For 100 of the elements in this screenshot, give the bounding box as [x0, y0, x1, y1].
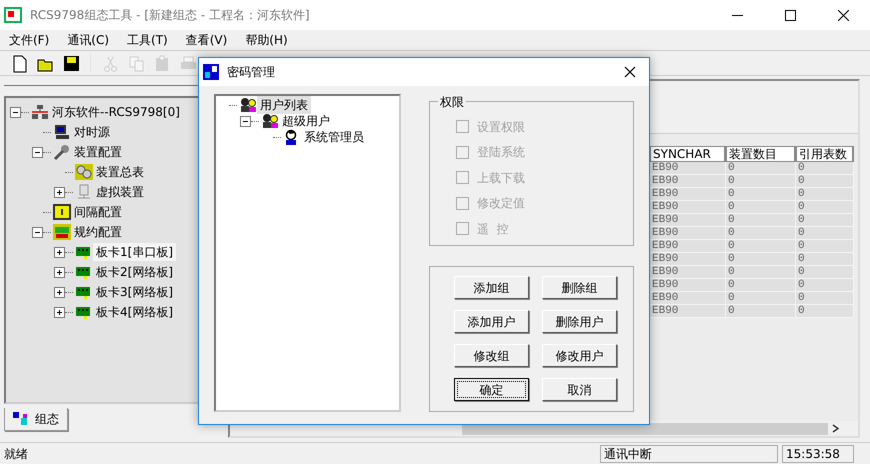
menu-item[interactable]: 文件(F)	[0, 31, 58, 49]
panel-icon	[53, 204, 71, 220]
checkbox-label: 上载下载	[477, 170, 525, 187]
column-header[interactable]: 装置数目	[726, 146, 796, 162]
table-cell: 0	[726, 162, 796, 175]
table-cell: EB90	[650, 305, 726, 318]
connection-status: 通讯中断	[600, 444, 778, 462]
menu-item[interactable]: 帮助(H)	[236, 31, 297, 49]
tree-item[interactable]: 系统管理员	[301, 128, 367, 146]
tree-item[interactable]: 板卡3[网络板]	[93, 283, 176, 301]
expand-toggle-icon[interactable]	[54, 306, 65, 318]
dialog-button[interactable]: 删除组	[542, 276, 617, 299]
dialog-button[interactable]: 取消	[542, 378, 617, 401]
status-message: 就绪	[4, 446, 29, 462]
table-cell: EB90	[650, 214, 726, 227]
card-icon	[75, 284, 93, 300]
close-icon[interactable]	[838, 10, 849, 20]
column-header[interactable]: 引用表数	[796, 146, 854, 162]
menu-item[interactable]: 通讯(C)	[58, 31, 118, 49]
computer-icon	[53, 124, 71, 140]
expand-toggle-icon[interactable]	[54, 286, 65, 298]
maximize-icon[interactable]	[785, 10, 796, 20]
clock: 15:53:58	[782, 444, 854, 462]
user-group-icon	[261, 113, 279, 129]
table-cell: 0	[726, 227, 796, 240]
table-cell: 0	[726, 253, 796, 266]
card-icon	[75, 264, 93, 280]
dialog-icon	[203, 64, 219, 80]
table-cell: 0	[796, 305, 854, 318]
terminal-icon	[75, 184, 93, 200]
table-cell: EB90	[650, 201, 726, 214]
tree-item[interactable]: 超级用户	[279, 112, 333, 130]
protocol-icon	[53, 224, 71, 240]
checkbox-label: 登陆系统	[477, 144, 525, 162]
dialog-button[interactable]: 修改用户	[542, 344, 617, 367]
expand-toggle-icon[interactable]	[54, 246, 65, 258]
table-cell: 0	[726, 292, 796, 305]
dialog-title: 密码管理	[227, 64, 276, 81]
dialog-button[interactable]: 修改组	[454, 344, 529, 367]
table-cell: 0	[726, 214, 796, 227]
tree-item[interactable]: 河东软件--RCS9798[0]	[49, 103, 183, 121]
tree-item[interactable]: 规约配置	[71, 223, 125, 241]
table-cell: 0	[726, 305, 796, 318]
table-cell: 0	[796, 266, 854, 279]
user-group-icon	[239, 97, 257, 113]
table-cell: EB90	[650, 162, 726, 175]
tree-item[interactable]: 间隔配置	[71, 203, 125, 221]
tree-item[interactable]: 板卡2[网络板]	[93, 263, 176, 281]
checkbox-label: 设置权限	[477, 118, 525, 136]
dialog-button[interactable]: 添加组	[454, 276, 529, 299]
table-cell: 0	[796, 175, 854, 188]
table-cell: 0	[726, 240, 796, 253]
config-icon	[13, 412, 29, 426]
tree-item[interactable]: 对时源	[71, 123, 113, 141]
table-cell: 0	[726, 188, 796, 201]
table-cell: 0	[796, 292, 854, 305]
table-cell: EB90	[650, 240, 726, 253]
table-cell: EB90	[650, 253, 726, 266]
table-cell: 0	[796, 240, 854, 253]
tree-item[interactable]: 装置配置	[71, 143, 125, 161]
table-cell: 0	[796, 227, 854, 240]
collapse-toggle-icon[interactable]	[10, 106, 21, 118]
table-cell: 0	[796, 279, 854, 292]
tree-item[interactable]: 板卡4[网络板]	[93, 303, 176, 321]
table-cell: 0	[796, 162, 854, 175]
expand-toggle-icon[interactable]	[54, 266, 65, 278]
dialog-button[interactable]: 删除用户	[542, 310, 617, 333]
expand-toggle-icon[interactable]	[54, 186, 65, 198]
tree-item[interactable]: 虚拟装置	[93, 183, 147, 201]
table-cell: 0	[726, 175, 796, 188]
tree-item[interactable]: 用户列表	[257, 96, 311, 114]
bottom-tab[interactable]: 组态	[4, 408, 68, 431]
checkbox-label: 修改定值	[477, 195, 525, 212]
table-cell: 0	[796, 201, 854, 214]
network-icon	[31, 104, 49, 120]
table-cell: EB90	[650, 292, 726, 305]
card-icon	[75, 304, 93, 320]
column-header[interactable]: SYNCHAR	[650, 146, 726, 162]
window-title: RCS9798组态工具 - [新建组态 - 工程名：河东软件]	[30, 7, 311, 24]
table-cell: 0	[796, 188, 854, 201]
tree-item[interactable]: 装置总表	[93, 163, 147, 181]
collapse-toggle-icon[interactable]	[32, 146, 43, 158]
table-cell: 0	[726, 201, 796, 214]
table-cell: EB90	[650, 227, 726, 240]
dialog-button[interactable]: 确定	[454, 378, 529, 401]
collapse-toggle-icon[interactable]	[240, 116, 251, 126]
menu-item[interactable]: 查看(V)	[176, 31, 236, 49]
tree-item[interactable]: 板卡1[串口板]	[93, 243, 176, 261]
table-cell: 0	[726, 279, 796, 292]
menu-item[interactable]: 工具(T)	[118, 31, 177, 49]
table-cell: 0	[726, 266, 796, 279]
dialog-button[interactable]: 添加用户	[454, 310, 529, 333]
table-cell: EB90	[650, 266, 726, 279]
table-cell: EB90	[650, 188, 726, 201]
app-icon	[4, 7, 22, 23]
card-icon	[75, 244, 93, 260]
table-cell: EB90	[650, 279, 726, 292]
table-cell: 0	[796, 214, 854, 227]
save-icon[interactable]	[62, 54, 80, 72]
collapse-toggle-icon[interactable]	[32, 226, 43, 238]
